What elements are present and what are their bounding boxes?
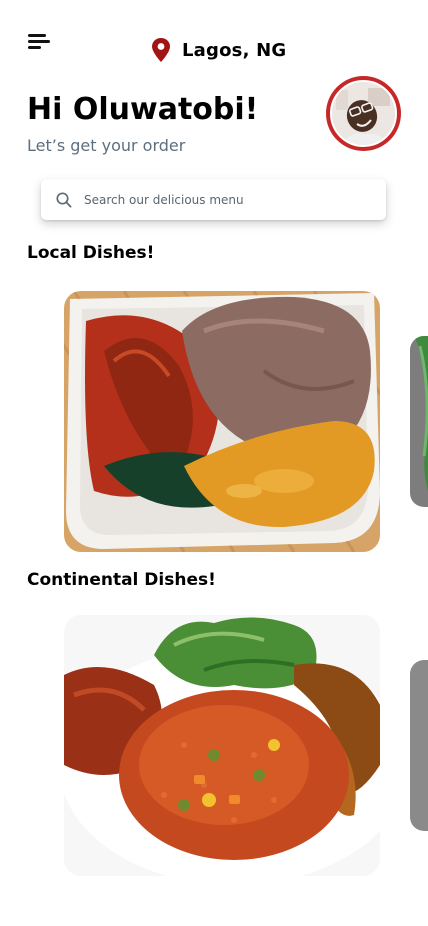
- dish-card-local-next[interactable]: [410, 336, 428, 507]
- dish-card-continental-next[interactable]: [410, 660, 428, 831]
- section-title-local-dishes: Local Dishes!: [27, 243, 155, 263]
- dish-card-continental[interactable]: [64, 615, 380, 876]
- location-label: Lagos, NG: [182, 39, 287, 61]
- section-title-continental-dishes: Continental Dishes!: [27, 570, 216, 590]
- map-pin-icon: [152, 38, 170, 62]
- dish-image-amala-ewedu: [64, 291, 380, 552]
- menu-icon-line: [28, 40, 50, 43]
- greeting-title: Hi Oluwatobi!: [27, 92, 259, 127]
- menu-icon-line: [28, 46, 41, 49]
- search-input[interactable]: [82, 191, 366, 208]
- dish-image-partial: [410, 336, 428, 507]
- search-icon: [56, 191, 72, 208]
- profile-avatar[interactable]: [326, 76, 401, 151]
- dish-image-jollof-rice: [64, 615, 380, 876]
- search-bar[interactable]: [41, 179, 386, 220]
- menu-button[interactable]: [26, 30, 52, 52]
- avatar-photo: [330, 80, 397, 147]
- menu-icon: [28, 34, 46, 37]
- location-selector[interactable]: Lagos, NG: [150, 36, 286, 64]
- dish-image-partial: [410, 660, 428, 831]
- greeting-subtitle: Let’s get your order: [27, 136, 186, 155]
- dish-card-local[interactable]: [64, 291, 380, 552]
